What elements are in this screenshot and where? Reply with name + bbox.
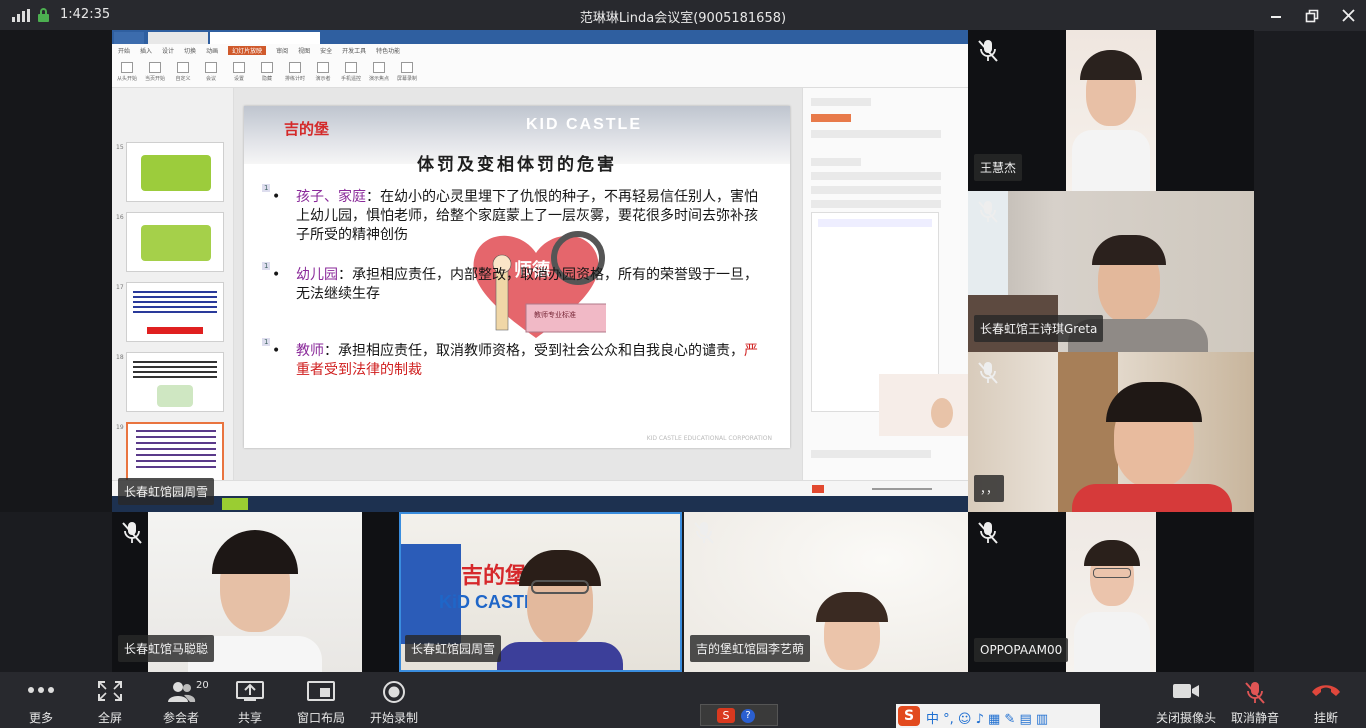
hangup-button[interactable]: 挂断 xyxy=(1302,672,1350,728)
self-preview xyxy=(879,374,968,436)
mic-muted-icon xyxy=(122,522,142,544)
point-number: 1 xyxy=(262,338,271,346)
participants-icon xyxy=(168,682,196,702)
slide-title: 体罚及变相体罚的危害 xyxy=(417,155,617,175)
share-button[interactable]: 共享 xyxy=(226,672,274,728)
slide-thumbnail-pane[interactable]: 15 16 17 18 19 xyxy=(112,88,234,482)
sharer-tile-bg xyxy=(0,30,112,512)
record-icon xyxy=(383,681,405,703)
slide-point: • 幼儿园：承担相应责任，内部整改，取消办园资格，所有的荣誉毁于一旦，无法继续生… xyxy=(272,267,758,302)
ppt-ribbon: 开始 插入 设计 切换 动画 幻灯片放映 审阅 视图 安全 开发工具 特色功能 从头开始 当页开始 自定… xyxy=(112,44,968,88)
participant-tile-1[interactable]: 王慧杰 xyxy=(968,30,1254,191)
mic-muted-icon xyxy=(978,362,998,384)
participant-name: 长春虹馆王诗琪Greta xyxy=(974,315,1104,342)
more-button[interactable]: 更多 xyxy=(16,672,66,728)
kid-castle-logo: 吉的堡 xyxy=(284,120,330,138)
participant-tile-3[interactable]: ，， xyxy=(968,352,1254,512)
participant-tile-2[interactable]: 长春虹馆王诗琪Greta xyxy=(968,191,1254,352)
point-number: 1 xyxy=(262,184,271,192)
unmute-button[interactable]: 取消静音 xyxy=(1226,672,1284,728)
slide-footer: KID CASTLE EDUCATIONAL CORPORATION xyxy=(646,435,772,442)
slide-thumbnail[interactable] xyxy=(126,352,224,412)
participant-name: 吉的堡虹馆园李艺萌 xyxy=(690,635,811,662)
participant-tile-4[interactable]: 长春虹馆马聪聪 xyxy=(112,512,399,672)
slide-point: • 教师：承担相应责任，取消教师资格，受到社会公众和自我良心的谴责，严重者受到法… xyxy=(272,343,758,378)
ime-toolbar[interactable]: S ? xyxy=(700,704,778,726)
mic-muted-icon xyxy=(978,40,998,62)
layout-button[interactable]: 窗口布局 xyxy=(292,672,350,728)
slide-thumbnail-current[interactable] xyxy=(126,422,224,482)
share-screen-icon xyxy=(236,681,264,701)
window-layout-icon xyxy=(307,681,335,701)
shared-screen[interactable]: 开始 插入 设计 切换 动画 幻灯片放映 审阅 视图 安全 开发工具 特色功能 从头开始 当页开始 自定… xyxy=(112,30,968,512)
sharer-name-label: 长春虹馆园周雪 xyxy=(118,478,215,505)
mic-muted-icon xyxy=(694,522,714,544)
participants-count: 20 xyxy=(196,680,209,691)
fullscreen-button[interactable]: 全屏 xyxy=(86,672,134,728)
stop-camera-button[interactable]: 关闭摄像头 xyxy=(1152,672,1220,728)
participant-name: ，， xyxy=(974,475,1005,502)
close-icon[interactable] xyxy=(1330,0,1366,31)
participant-name: 长春虹馆马聪聪 xyxy=(118,635,215,662)
slide-canvas[interactable]: 吉的堡 KID CASTLE 体罚及变相体罚的危害 师德 教师专业标准 1 • … xyxy=(234,88,802,480)
participant-tile-7[interactable]: OPPOPAAM00 xyxy=(968,512,1254,672)
hangup-icon xyxy=(1312,685,1340,696)
window-title: 范琳琳Linda会议室(9005181658) xyxy=(579,11,787,26)
point-text: ：在幼小的心灵里埋下了仇恨的种子，不再轻易信任别人，害怕上幼儿园，惧怕老师，给整… xyxy=(296,189,758,243)
slide-thumbnail[interactable] xyxy=(126,212,224,272)
participant-name: 长春虹馆园周雪 xyxy=(405,635,502,662)
slide-thumbnail[interactable] xyxy=(126,282,224,342)
ppt-status-bar xyxy=(112,480,968,496)
ime-status-bar[interactable]: S 中 °, ☺ ♪ ▦ ✎ ▤ ▥ xyxy=(896,704,1100,728)
point-text: ：承担相应责任，内部整改，取消办园资格，所有的荣誉毁于一旦，无法继续生存 xyxy=(296,267,758,302)
participant-name: 王慧杰 xyxy=(974,154,1023,181)
participants-button[interactable]: 20 参会者 xyxy=(156,672,209,728)
board-label: 教师专业标准 xyxy=(534,311,576,319)
point-number: 1 xyxy=(262,262,271,270)
meeting-toolbar: 更多 全屏 20 参会者 共享 窗口布局 开始录制 关闭摄像头 取消静音 挂断 xyxy=(0,672,1366,728)
mic-muted-icon xyxy=(978,522,998,544)
mic-muted-icon xyxy=(1245,682,1265,704)
app-tab-strip xyxy=(112,30,968,44)
slide-point: • 孩子、家庭：在幼小的心灵里埋下了仇恨的种子，不再轻易信任别人，害怕上幼儿园，… xyxy=(272,189,758,243)
slide-thumbnail[interactable] xyxy=(126,142,224,202)
camera-icon xyxy=(1173,684,1199,698)
os-taskbar xyxy=(112,496,968,512)
more-icon xyxy=(28,687,54,693)
participant-tile-6[interactable]: 吉的堡虹馆园李艺萌 xyxy=(684,512,968,672)
current-slide: 吉的堡 KID CASTLE 体罚及变相体罚的危害 师德 教师专业标准 1 • … xyxy=(244,106,790,448)
start-recording-button[interactable]: 开始录制 xyxy=(364,672,424,728)
participant-tile-5-speaking[interactable]: 吉的堡 KiD CASTLE 长春虹馆园周雪 xyxy=(399,512,682,672)
mic-muted-icon xyxy=(978,201,998,223)
title-bar: 1:42:35 范琳琳Linda会议室(9005181658) xyxy=(0,0,1366,31)
restore-icon[interactable] xyxy=(1294,0,1330,31)
point-term: 幼儿园 xyxy=(296,267,338,283)
custom-animation-panel[interactable] xyxy=(802,88,968,480)
minimize-icon[interactable] xyxy=(1258,0,1294,31)
point-term: 教师 xyxy=(296,343,324,359)
fullscreen-icon xyxy=(98,681,122,701)
participant-name: OPPOPAAM00 xyxy=(974,638,1069,662)
point-term: 孩子、家庭 xyxy=(296,189,366,205)
point-text: ：承担相应责任，取消教师资格，受到社会公众和自我良心的谴责， xyxy=(324,343,744,359)
brand-wordmark: KID CASTLE xyxy=(526,116,642,133)
